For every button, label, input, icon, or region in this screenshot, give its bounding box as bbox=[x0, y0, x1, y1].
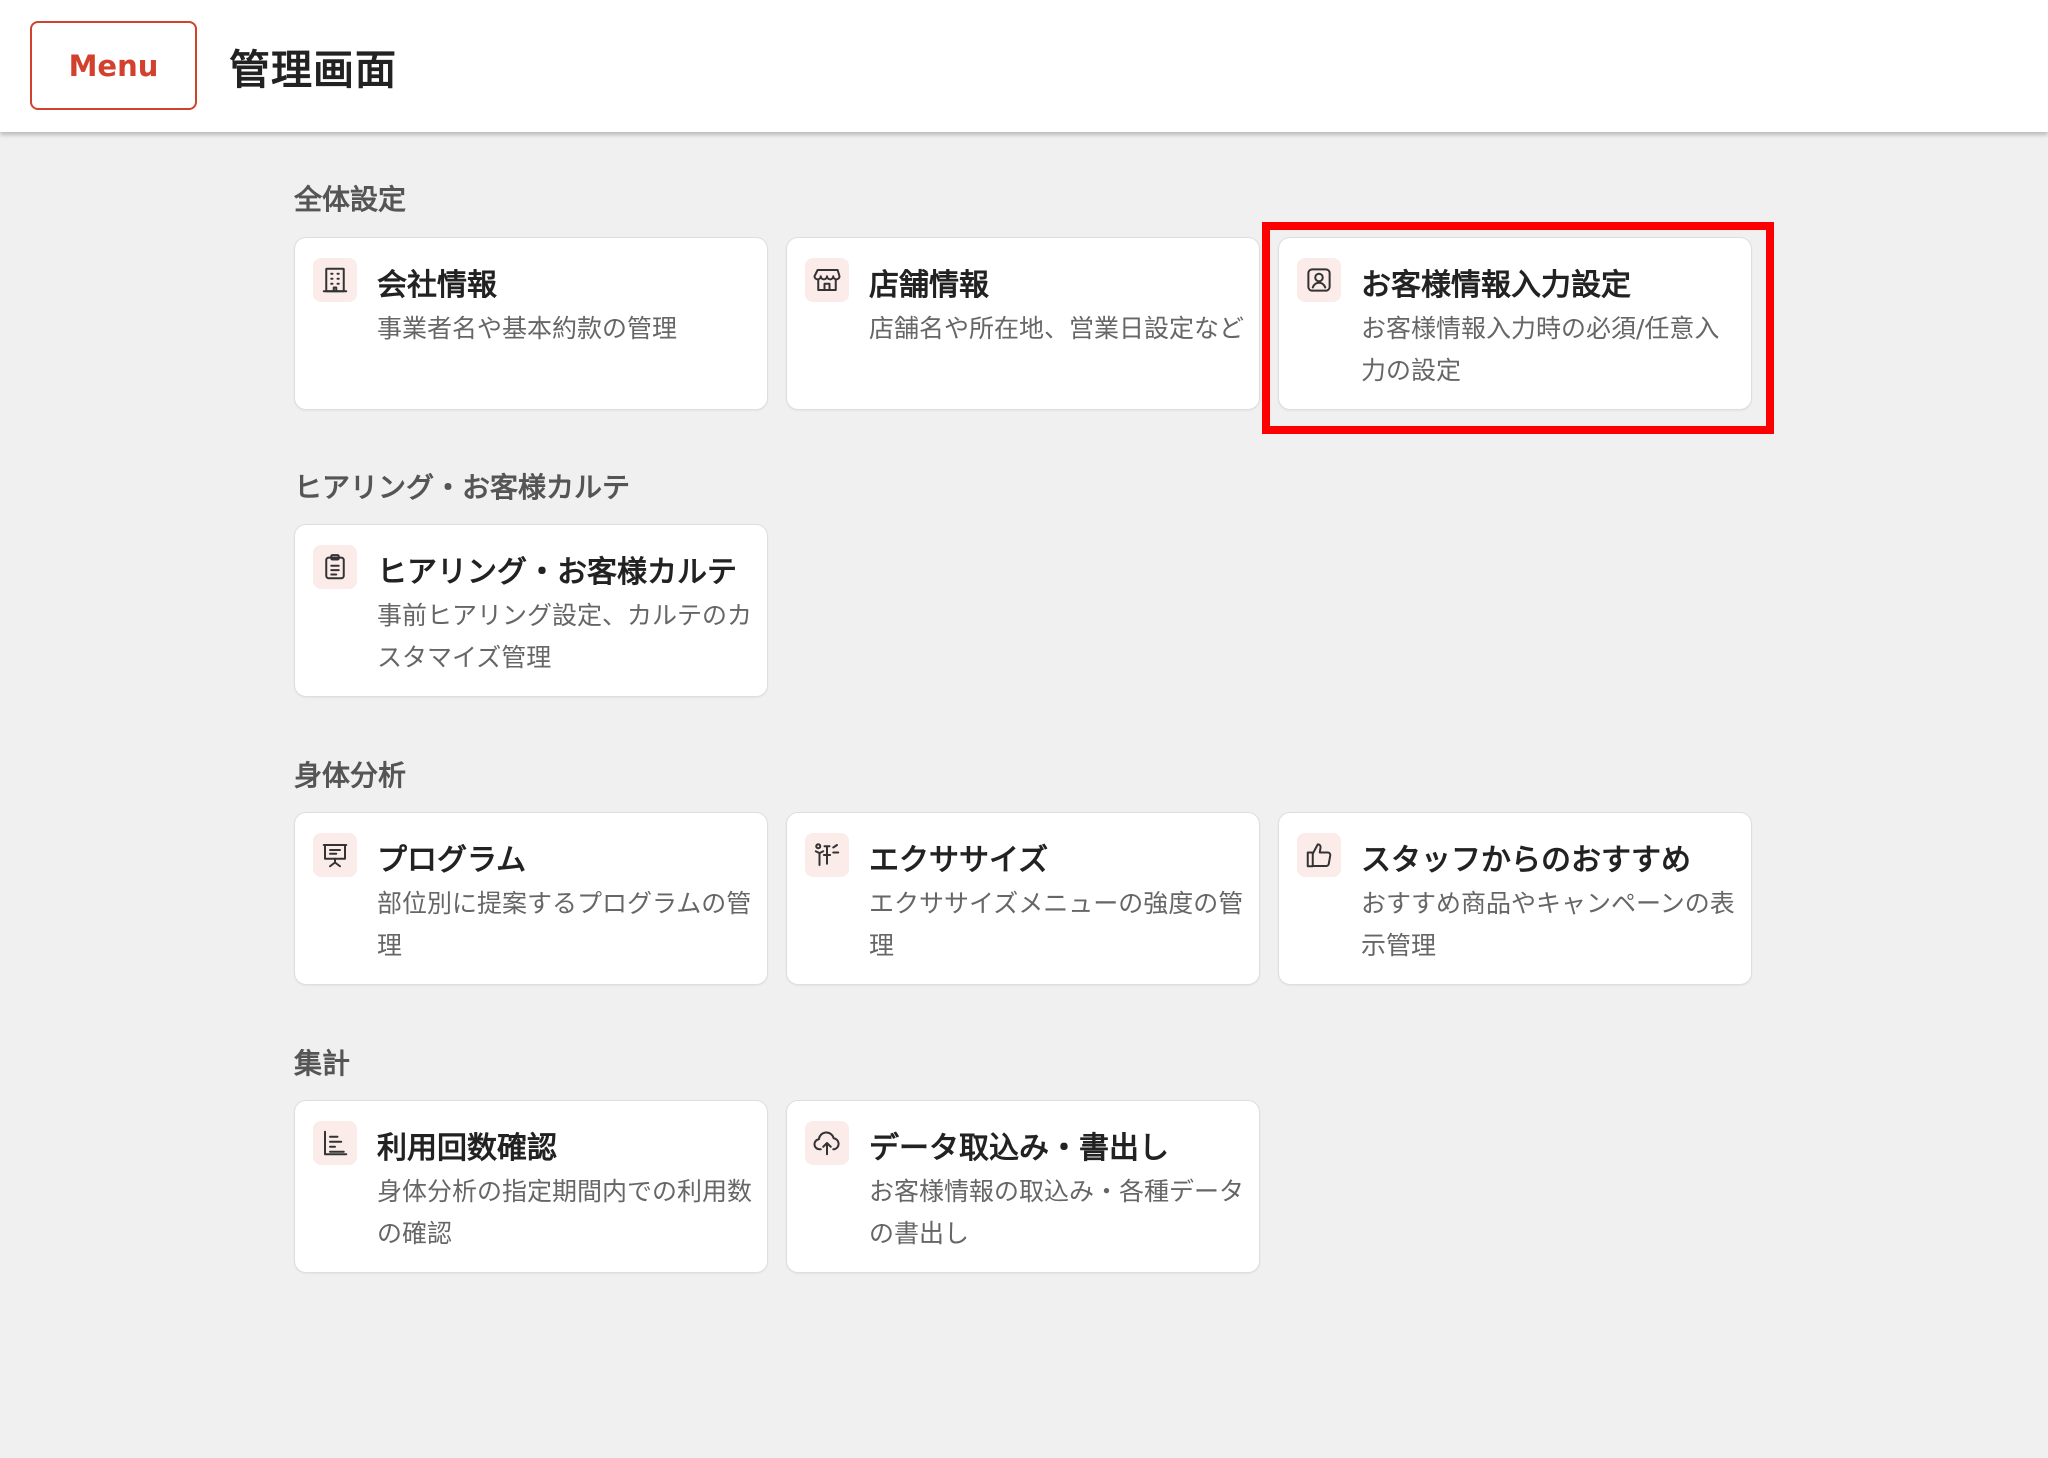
bar-chart-icon bbox=[313, 1121, 357, 1165]
card-data-import-export[interactable]: データ取込み・書出し お客様情報の取込み・各種データの書出し bbox=[786, 1100, 1260, 1273]
page-title: 管理画面 bbox=[229, 46, 397, 94]
card-description: お客様情報の取込み・各種データの書出し bbox=[869, 1177, 1245, 1248]
card-exercise[interactable]: エクササイズ エクササイズメニューの強度の管理 bbox=[786, 812, 1260, 985]
clipboard-icon bbox=[313, 545, 357, 589]
card-hearing-karte[interactable]: ヒアリング・お客様カルテ 事前ヒアリング設定、カルテのカスタマイズ管理 bbox=[294, 524, 768, 697]
card-title: 会社情報 bbox=[377, 268, 497, 303]
card-store-info[interactable]: 店舗情報 店舗名や所在地、営業日設定など bbox=[786, 237, 1260, 410]
card-customer-input-settings[interactable]: お客様情報入力設定 お客様情報入力時の必須/任意入力の設定 bbox=[1278, 237, 1752, 410]
cloud-upload-icon bbox=[805, 1121, 849, 1165]
building-icon bbox=[313, 258, 357, 302]
card-company-info[interactable]: 会社情報 事業者名や基本約款の管理 bbox=[294, 237, 768, 410]
user-portrait-icon bbox=[1297, 258, 1341, 302]
card-description: 身体分析の指定期間内での利用数の確認 bbox=[377, 1177, 753, 1248]
card-staff-recommendation[interactable]: スタッフからのおすすめ おすすめ商品やキャンペーンの表示管理 bbox=[1278, 812, 1752, 985]
menu-button[interactable]: Menu bbox=[30, 21, 197, 110]
card-description: 事業者名や基本約款の管理 bbox=[377, 314, 678, 343]
card-title: ヒアリング・お客様カルテ bbox=[377, 555, 737, 590]
card-description: おすすめ商品やキャンペーンの表示管理 bbox=[1361, 889, 1735, 960]
section-title-body-analysis: 身体分析 bbox=[294, 759, 407, 792]
card-title: お客様情報入力設定 bbox=[1361, 268, 1631, 303]
store-icon bbox=[805, 258, 849, 302]
section-title-aggregate: 集計 bbox=[294, 1047, 351, 1080]
card-usage-count[interactable]: 利用回数確認 身体分析の指定期間内での利用数の確認 bbox=[294, 1100, 768, 1273]
card-description: 事前ヒアリング設定、カルテのカスタマイズ管理 bbox=[377, 601, 753, 672]
exercise-icon bbox=[805, 833, 849, 877]
app-header: Menu 管理画面 bbox=[0, 0, 2048, 132]
section-title-hearing: ヒアリング・お客様カルテ bbox=[294, 471, 631, 504]
card-title: 利用回数確認 bbox=[377, 1131, 557, 1166]
presentation-icon bbox=[313, 833, 357, 877]
section-title-general: 全体設定 bbox=[294, 183, 407, 216]
card-title: スタッフからのおすすめ bbox=[1361, 843, 1691, 878]
card-description: エクササイズメニューの強度の管理 bbox=[869, 889, 1244, 960]
card-title: プログラム bbox=[377, 843, 527, 878]
card-title: データ取込み・書出し bbox=[869, 1131, 1169, 1166]
card-title: エクササイズ bbox=[869, 843, 1049, 878]
card-description: 店舗名や所在地、営業日設定など bbox=[869, 314, 1245, 343]
thumbs-up-icon bbox=[1297, 833, 1341, 877]
card-title: 店舗情報 bbox=[869, 268, 989, 303]
card-description: お客様情報入力時の必須/任意入力の設定 bbox=[1361, 314, 1720, 385]
card-description: 部位別に提案するプログラムの管理 bbox=[377, 889, 752, 960]
card-program[interactable]: プログラム 部位別に提案するプログラムの管理 bbox=[294, 812, 768, 985]
